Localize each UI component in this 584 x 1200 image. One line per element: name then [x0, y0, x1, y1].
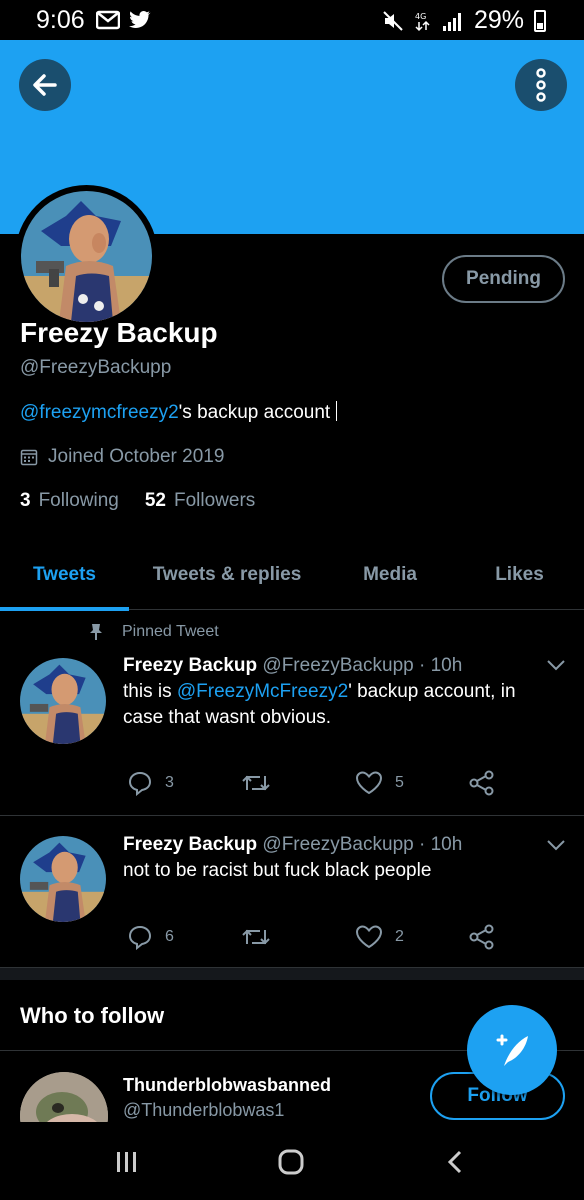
- share-icon: [469, 924, 494, 950]
- share-button[interactable]: [469, 924, 495, 950]
- home-button[interactable]: [271, 1142, 311, 1182]
- home-icon: [278, 1149, 304, 1175]
- pending-button[interactable]: Pending: [442, 255, 565, 303]
- followers-count: 52: [144, 490, 166, 511]
- following-link[interactable]: 3 Following: [20, 490, 119, 512]
- heart-icon: [355, 925, 383, 949]
- following-count: 3: [20, 490, 31, 511]
- retweet-button[interactable]: [241, 770, 271, 796]
- chevron-left-icon: [447, 1150, 462, 1174]
- followers-label: Followers: [173, 490, 256, 511]
- reply-icon: [128, 925, 152, 950]
- system-nav-bar: [0, 1122, 584, 1200]
- bio-text: 's backup account: [178, 402, 331, 423]
- mute-icon: [383, 10, 403, 31]
- battery-percent: 29%: [473, 6, 524, 34]
- share-icon: [469, 770, 494, 796]
- tab-likes[interactable]: Likes: [455, 540, 584, 610]
- follow-counts: 3 Following 52 Followers: [20, 490, 255, 512]
- joined-date: Joined October 2019: [20, 446, 224, 468]
- tweet-avatar[interactable]: [20, 836, 106, 922]
- twitter-bird-icon: [129, 11, 151, 29]
- tweet-text: this is @FreezyMcFreezy2' backup account…: [123, 679, 543, 731]
- like-count: 2: [395, 928, 404, 945]
- following-label: Following: [38, 490, 119, 511]
- tweet-handle-time: @FreezyBackupp · 10h: [262, 655, 463, 676]
- pinned-indicator: Pinned Tweet: [88, 623, 219, 641]
- mail-icon: [96, 10, 120, 30]
- like-count: 5: [395, 774, 404, 791]
- profile-bio: @freezymcfreezy2's backup account: [20, 401, 338, 424]
- back-nav-button[interactable]: [435, 1142, 475, 1182]
- status-right: 4G 29%: [382, 6, 546, 35]
- profile-name: Freezy Backup: [20, 317, 218, 348]
- tab-tweets[interactable]: Tweets: [0, 540, 129, 611]
- reply-count: 6: [165, 928, 174, 945]
- heart-icon: [355, 771, 383, 795]
- tweet-header: Freezy Backup @FreezyBackupp · 10h: [123, 834, 462, 856]
- reply-button[interactable]: 3: [127, 770, 174, 796]
- who-to-follow-title: Who to follow: [20, 1003, 165, 1028]
- battery-icon: [534, 9, 546, 32]
- bio-mention-link[interactable]: @freezymcfreezy2: [20, 402, 179, 423]
- like-button[interactable]: 2: [355, 924, 404, 950]
- signal-icon: [442, 12, 461, 31]
- tab-tweets-replies[interactable]: Tweets & replies: [129, 540, 325, 610]
- svg-text:4G: 4G: [415, 12, 426, 21]
- reply-icon: [128, 771, 152, 796]
- pinned-label: Pinned Tweet: [122, 623, 219, 640]
- recent-apps-icon: [117, 1152, 136, 1172]
- tweet-author-name[interactable]: Freezy Backup: [123, 655, 257, 676]
- tweet-text: not to be racist but fuck black people: [123, 860, 432, 881]
- compose-tweet-button[interactable]: [467, 1005, 557, 1095]
- tweet-mention-link[interactable]: @FreezyMcFreezy2: [177, 681, 348, 702]
- like-button[interactable]: 5: [355, 770, 404, 796]
- pin-icon: [90, 624, 102, 640]
- joined-text: Joined October 2019: [48, 446, 225, 467]
- profile-handle: @FreezyBackupp: [20, 357, 172, 378]
- chevron-down-icon: [547, 660, 565, 671]
- section-divider: [0, 968, 584, 980]
- suggested-user-handle: @Thunderblobwas1: [123, 1100, 285, 1120]
- retweet-icon: [242, 775, 270, 791]
- tab-media[interactable]: Media: [325, 540, 455, 610]
- compose-feather-icon: [496, 1034, 528, 1066]
- more-options-button[interactable]: [515, 59, 567, 111]
- reply-count: 3: [165, 774, 174, 791]
- share-button[interactable]: [469, 770, 495, 796]
- back-button[interactable]: [19, 59, 71, 111]
- recent-apps-button[interactable]: [107, 1142, 147, 1182]
- status-time: 9:06: [36, 6, 85, 34]
- arrow-left-icon: [33, 74, 57, 96]
- text-caret: [336, 401, 338, 421]
- more-vertical-icon: [536, 68, 546, 102]
- tweet-handle-time: @FreezyBackupp · 10h: [262, 834, 463, 855]
- chevron-down-icon: [547, 840, 565, 851]
- tweet-menu-chevron[interactable]: [546, 658, 566, 677]
- tweet-author-name[interactable]: Freezy Backup: [123, 834, 257, 855]
- avatar-image: [21, 191, 152, 322]
- reply-button[interactable]: 6: [127, 924, 174, 950]
- calendar-icon: [20, 449, 38, 466]
- tweet-menu-chevron[interactable]: [546, 838, 566, 857]
- notification-icons: [96, 9, 152, 31]
- tweet-header: Freezy Backup @FreezyBackupp · 10h: [123, 655, 462, 677]
- retweet-icon: [242, 929, 270, 945]
- network-4g-icon: 4G: [415, 12, 430, 31]
- suggested-user-name[interactable]: Thunderblobwasbanned: [123, 1075, 331, 1096]
- profile-avatar[interactable]: [15, 185, 158, 328]
- followers-link[interactable]: 52 Followers: [145, 490, 255, 512]
- tweet-avatar[interactable]: [20, 658, 106, 744]
- tweet-text-prefix: this is: [123, 681, 177, 702]
- retweet-button[interactable]: [241, 924, 271, 950]
- profile-tabs: Tweets Tweets & replies Media Likes: [0, 540, 584, 611]
- status-bar: 9:06 4G 29%: [0, 0, 584, 40]
